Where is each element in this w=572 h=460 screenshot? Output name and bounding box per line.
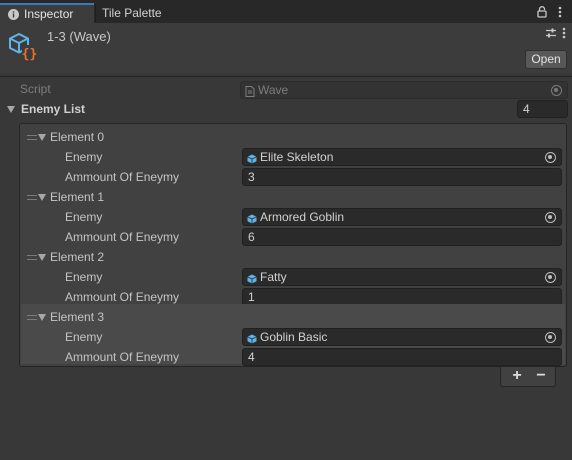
kebab-menu-icon[interactable] (554, 5, 566, 19)
object-title: 1-3 (Wave) (47, 29, 111, 44)
lock-icon[interactable] (536, 5, 548, 19)
enemy-value: Fatty (260, 270, 287, 284)
enemy-label: Enemy (65, 330, 103, 344)
enemy-value: Armored Goblin (260, 210, 345, 224)
object-picker-icon[interactable] (545, 332, 556, 343)
element-name[interactable]: Element 3 (50, 310, 104, 324)
foldout-arrow-icon[interactable] (38, 254, 46, 261)
enemy-value: Goblin Basic (260, 330, 328, 344)
enemy-field[interactable]: Elite Skeleton (242, 148, 562, 166)
drag-handle-icon[interactable] (27, 135, 37, 140)
enemy-list-label[interactable]: Enemy List (21, 102, 85, 116)
enemy-label: Enemy (65, 210, 103, 224)
tab-tile-palette-label: Tile Palette (102, 6, 162, 20)
remove-element-button[interactable]: − (531, 368, 551, 385)
object-picker-icon (551, 85, 562, 96)
enemy-field[interactable]: Armored Goblin (242, 208, 562, 226)
list-item: Element 0 Enemy Elite Skeleton Ammount O… (21, 124, 565, 186)
inspector-content: Script Wave Enemy List 4 Element 0 Enemy… (0, 77, 572, 460)
script-field: Wave (240, 81, 568, 99)
element-name[interactable]: Element 1 (50, 190, 104, 204)
list-footer: + − (500, 367, 556, 387)
drag-handle-icon[interactable] (27, 195, 37, 200)
drag-handle-icon[interactable] (27, 255, 37, 260)
tab-bar: Inspector Tile Palette (0, 0, 572, 23)
list-item: Element 3 Enemy Goblin Basic Ammount Of … (21, 304, 565, 366)
amount-field[interactable]: 4 (242, 348, 562, 366)
element-name[interactable]: Element 2 (50, 250, 104, 264)
prefab-icon (247, 152, 257, 164)
list-item: Element 1 Enemy Armored Goblin Ammount O… (21, 184, 565, 246)
info-icon (8, 8, 19, 20)
scriptable-object-icon: {} (9, 32, 39, 62)
svg-text:{}: {} (22, 47, 38, 62)
enemy-field[interactable]: Goblin Basic (242, 328, 562, 346)
list-size-field[interactable]: 4 (517, 100, 568, 118)
object-picker-icon[interactable] (545, 212, 556, 223)
tab-divider (95, 4, 96, 22)
open-button[interactable]: Open (525, 50, 567, 69)
script-file-icon (245, 85, 255, 97)
foldout-arrow-icon[interactable] (38, 134, 46, 141)
enemy-value: Elite Skeleton (260, 150, 334, 164)
drag-handle-icon[interactable] (27, 315, 37, 320)
prefab-icon (247, 212, 257, 224)
add-element-button[interactable]: + (507, 368, 527, 385)
enemy-label: Enemy (65, 150, 103, 164)
foldout-arrow-icon[interactable] (7, 106, 15, 113)
foldout-arrow-icon[interactable] (38, 194, 46, 201)
script-label: Script (20, 82, 51, 96)
script-value: Wave (258, 83, 289, 97)
amount-label: Ammount Of Eneymy (65, 170, 180, 184)
amount-label: Ammount Of Eneymy (65, 230, 180, 244)
enemy-list-box: Element 0 Enemy Elite Skeleton Ammount O… (19, 123, 567, 367)
object-picker-icon[interactable] (545, 272, 556, 283)
tab-tile-palette[interactable]: Tile Palette (100, 3, 162, 23)
prefab-icon (247, 332, 257, 344)
enemy-field[interactable]: Fatty (242, 268, 562, 286)
amount-label: Ammount Of Eneymy (65, 350, 180, 364)
inspector-header: {} 1-3 (Wave) Open (0, 23, 572, 73)
element-name[interactable]: Element 0 (50, 130, 104, 144)
list-item: Element 2 Enemy Fatty Ammount Of Eneymy … (21, 244, 565, 306)
foldout-arrow-icon[interactable] (38, 314, 46, 321)
tab-inspector-label: Inspector (24, 7, 74, 21)
tab-inspector[interactable]: Inspector (0, 3, 94, 23)
header-kebab-menu-icon[interactable] (562, 27, 566, 39)
amount-label: Ammount Of Eneymy (65, 290, 180, 304)
prefab-icon (247, 272, 257, 284)
sliders-icon[interactable] (545, 27, 557, 39)
object-picker-icon[interactable] (545, 152, 556, 163)
enemy-label: Enemy (65, 270, 103, 284)
